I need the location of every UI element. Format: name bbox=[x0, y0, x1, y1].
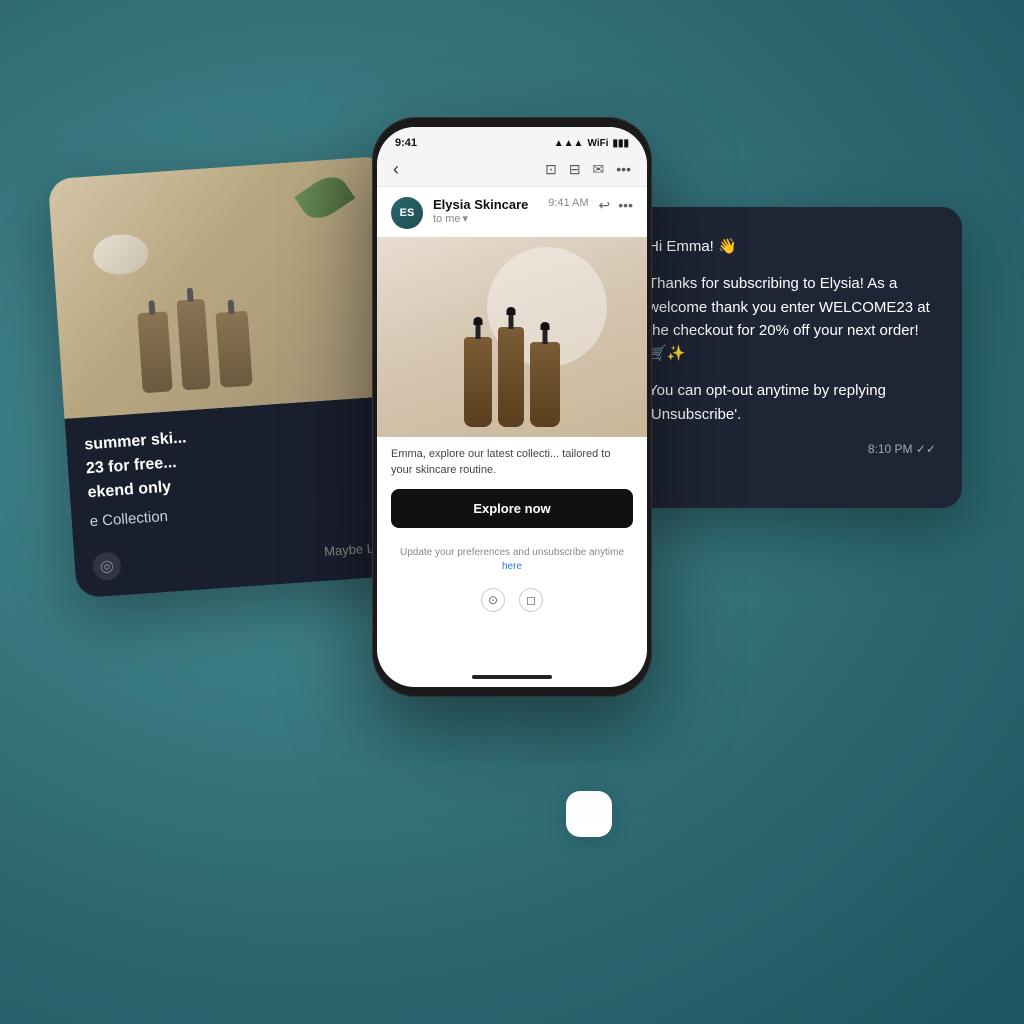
leaf-decoration bbox=[294, 169, 355, 226]
wifi-icon: WiFi bbox=[587, 138, 608, 149]
marketing-scene: summer ski...23 for free...ekend only e … bbox=[62, 87, 962, 937]
photo-card-body: summer ski...23 for free...ekend only e … bbox=[65, 395, 417, 598]
reply-icon[interactable]: ↩ bbox=[599, 197, 611, 214]
promo-text: summer ski...23 for free...ekend only e … bbox=[84, 412, 394, 533]
product-image bbox=[48, 156, 404, 419]
photo-card-footer: ◎ Maybe Later bbox=[92, 532, 397, 581]
product-bottle-2 bbox=[177, 299, 211, 391]
more-icon[interactable]: ••• bbox=[616, 161, 631, 178]
sms-optout-text: You can opt-out anytime by replying 'Uns… bbox=[648, 379, 936, 426]
more-options-icon[interactable]: ••• bbox=[618, 197, 633, 214]
sms-timestamp: 8:10 PM ✓✓ bbox=[648, 440, 936, 459]
sms-message-card: Hi Emma! 👋 Thanks for subscribing to Ely… bbox=[622, 207, 962, 508]
product-bottle-3 bbox=[215, 311, 252, 388]
mail-icon[interactable]: ✉ bbox=[593, 161, 605, 178]
email-footer: Update your preferences and unsubscribe … bbox=[377, 538, 647, 582]
unsubscribe-link[interactable]: here bbox=[502, 561, 522, 572]
sender-avatar: ES bbox=[391, 197, 423, 229]
home-indicator bbox=[472, 675, 552, 679]
sms-greeting: Hi Emma! 👋 bbox=[648, 235, 936, 258]
back-button[interactable]: ‹ bbox=[393, 159, 399, 180]
sms-message-body: Thanks for subscribing to Elysia! As a w… bbox=[648, 272, 936, 365]
email-toolbar: ‹ ⊡ ⊟ ✉ ••• bbox=[377, 153, 647, 187]
instagram-social-icon[interactable]: ◻ bbox=[519, 588, 543, 612]
email-content-text: Emma, explore our latest collecti... tai… bbox=[377, 437, 647, 489]
phone-device: 9:41 ▲▲▲ WiFi ▮▮▮ ‹ ⊡ ⊟ ✉ ••• ES bbox=[372, 117, 652, 697]
status-bar: 9:41 ▲▲▲ WiFi ▮▮▮ bbox=[377, 127, 647, 153]
email-body: Emma, explore our latest collecti... tai… bbox=[377, 237, 647, 687]
product-bottles bbox=[464, 327, 560, 427]
stone-decoration bbox=[92, 233, 150, 277]
email-bottle-1 bbox=[464, 337, 492, 427]
email-bottle-3 bbox=[530, 342, 560, 427]
sender-name: Elysia Skincare bbox=[433, 197, 538, 212]
email-time: 9:41 AM bbox=[548, 197, 588, 209]
whatsapp-social-icon[interactable]: ⊙ bbox=[481, 588, 505, 612]
whatsapp-icon: ◎ bbox=[92, 551, 122, 581]
explore-now-button[interactable]: Explore now bbox=[391, 489, 633, 528]
email-social-icons: ⊙ ◻ bbox=[377, 582, 647, 622]
toolbar-actions: ⊡ ⊟ ✉ ••• bbox=[545, 161, 631, 178]
archive-icon[interactable]: ⊡ bbox=[545, 161, 557, 178]
to-me-label: to me ▾ bbox=[433, 212, 538, 225]
battery-icon: ▮▮▮ bbox=[612, 138, 629, 149]
status-icons: ▲▲▲ WiFi ▮▮▮ bbox=[554, 138, 629, 149]
email-banner bbox=[377, 237, 647, 437]
phone-screen: 9:41 ▲▲▲ WiFi ▮▮▮ ‹ ⊡ ⊟ ✉ ••• ES bbox=[377, 127, 647, 687]
product-bottle-1 bbox=[137, 311, 173, 393]
email-bottle-2 bbox=[498, 327, 524, 427]
time-display: 9:41 bbox=[395, 137, 417, 149]
decorative-square-bottom bbox=[566, 791, 612, 837]
photo-promo-card: summer ski...23 for free...ekend only e … bbox=[48, 156, 416, 599]
trash-icon[interactable]: ⊟ bbox=[569, 161, 581, 178]
email-header: ES Elysia Skincare to me ▾ 9:41 AM ↩ ••• bbox=[377, 187, 647, 237]
signal-icon: ▲▲▲ bbox=[554, 138, 584, 149]
email-reply-icons: ↩ ••• bbox=[599, 197, 633, 214]
email-meta: Elysia Skincare to me ▾ bbox=[433, 197, 538, 225]
